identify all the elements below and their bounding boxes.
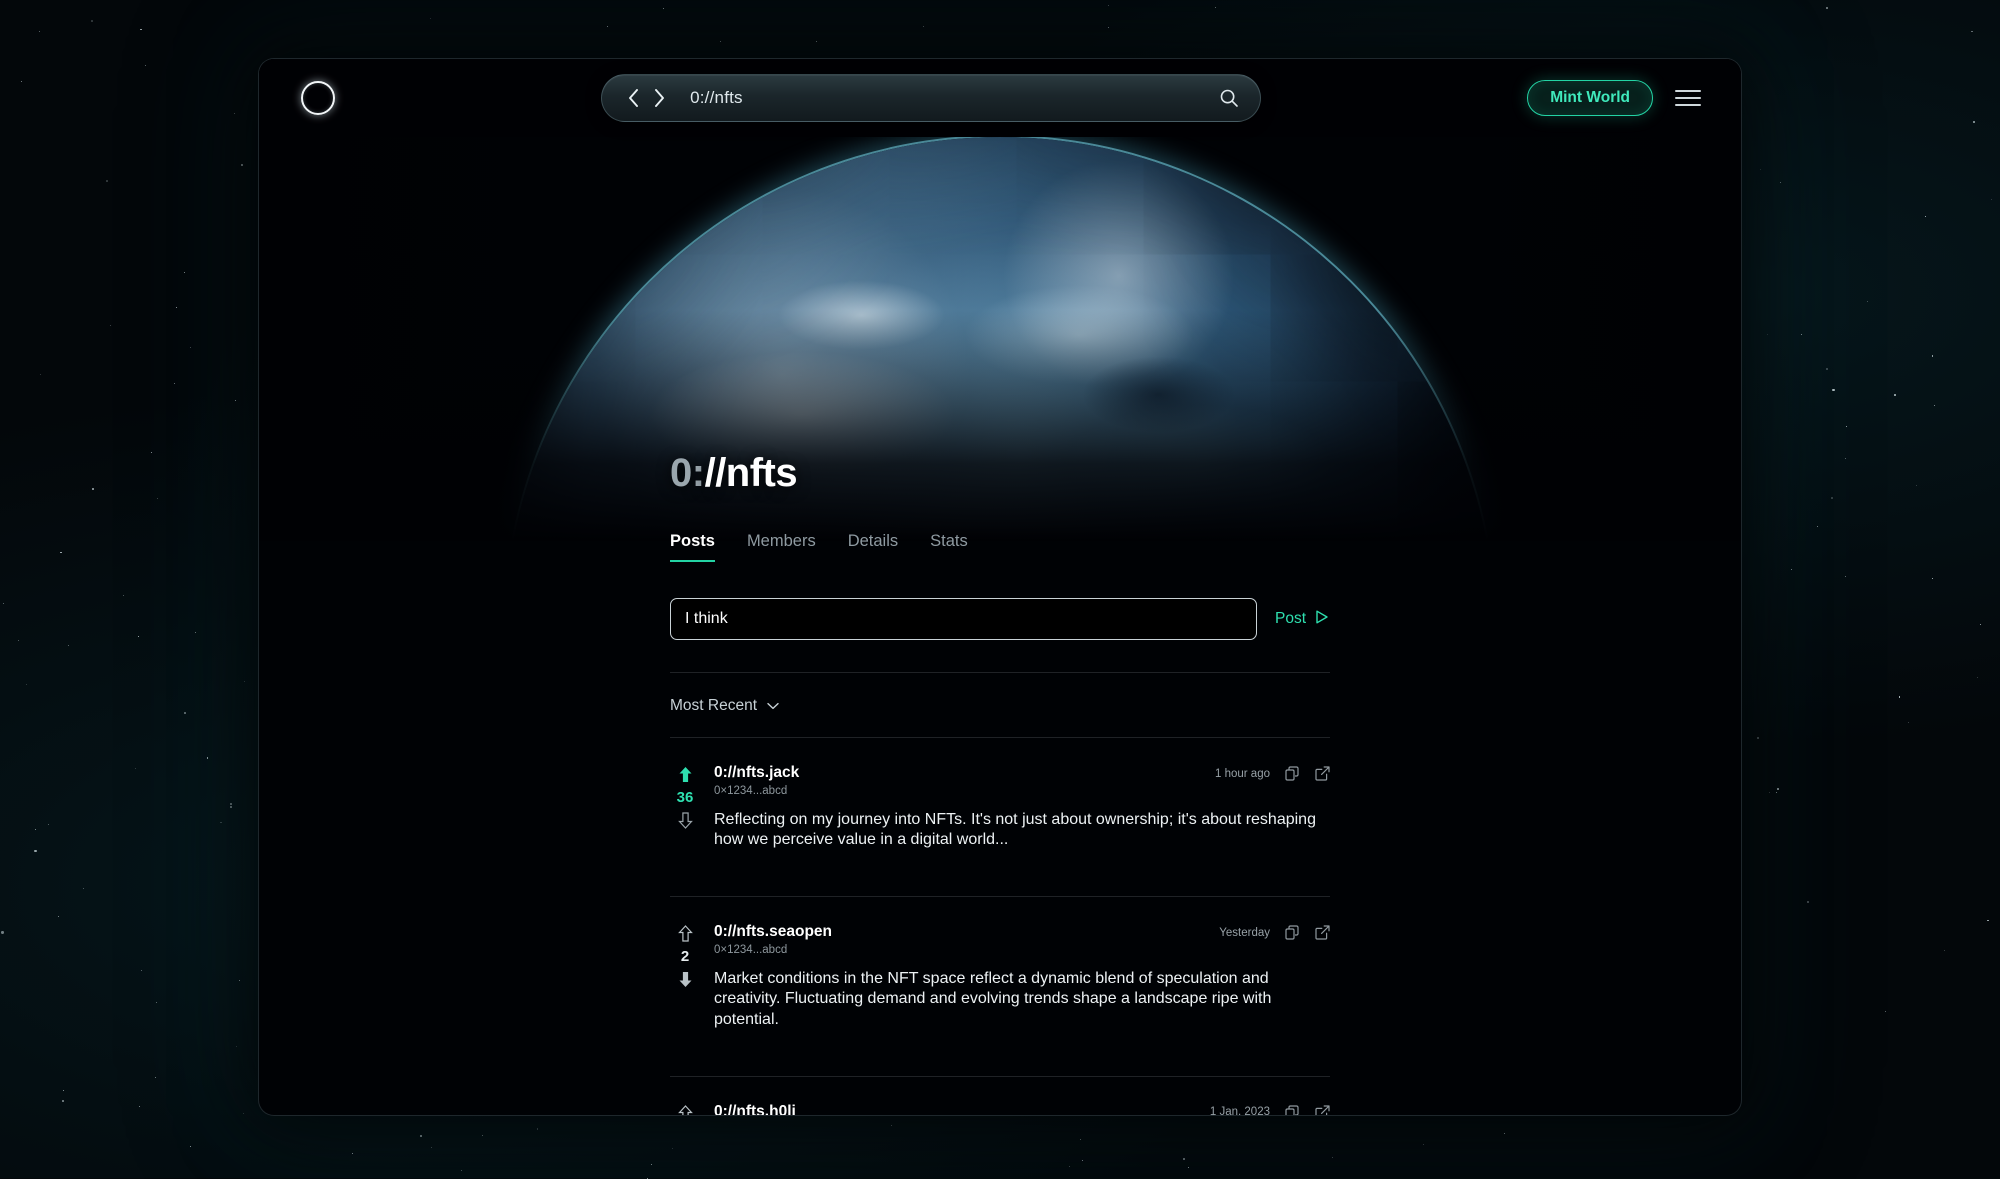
post-item: 2 0://nfts.seaopen 0×1234...abcd Yesterd… xyxy=(670,896,1330,1053)
upvote-button[interactable] xyxy=(678,1105,693,1116)
copy-icon[interactable] xyxy=(1285,925,1300,940)
address-bar-url[interactable]: 0://nfts xyxy=(690,88,743,108)
send-icon xyxy=(1314,609,1330,630)
sort-dropdown-label: Most Recent xyxy=(670,697,757,715)
post-address: 0×1234...abcd xyxy=(714,944,832,956)
vote-control: 2 xyxy=(670,923,700,1029)
vote-control: 36 xyxy=(670,764,700,850)
post-timestamp: 1 Jan, 2023 xyxy=(1210,1106,1270,1116)
post-header: 0://nfts.seaopen 0×1234...abcd Yesterday xyxy=(714,923,1330,956)
toolbar-actions: Mint World xyxy=(1527,80,1701,116)
address-bar[interactable]: 0://nfts xyxy=(601,74,1261,122)
downvote-button[interactable] xyxy=(678,812,693,829)
chevron-left-icon[interactable] xyxy=(620,83,646,113)
post-author[interactable]: 0://nfts.seaopen xyxy=(714,923,832,941)
post-author-block: 0://nfts.jack 0×1234...abcd xyxy=(714,764,799,797)
external-link-icon[interactable] xyxy=(1315,766,1330,781)
upvote-button[interactable] xyxy=(678,925,693,942)
tab-posts[interactable]: Posts xyxy=(670,532,715,562)
post-body: 0://nfts.h0li 0×1234...abcd 1 Jan, 2023 xyxy=(714,1103,1330,1116)
post-header: 0://nfts.h0li 0×1234...abcd 1 Jan, 2023 xyxy=(714,1103,1330,1116)
post-author-block: 0://nfts.h0li 0×1234...abcd xyxy=(714,1103,796,1116)
omnibox-container: 0://nfts xyxy=(335,74,1527,122)
post-meta: 1 hour ago xyxy=(1215,764,1330,781)
page-title: 0://nfts xyxy=(670,451,1330,496)
ring-logo-icon[interactable] xyxy=(301,81,335,115)
post-text: Market conditions in the NFT space refle… xyxy=(714,969,1330,1029)
post-meta: 1 Jan, 2023 xyxy=(1210,1103,1330,1116)
chevron-right-icon[interactable] xyxy=(646,83,672,113)
external-link-icon[interactable] xyxy=(1315,925,1330,940)
tab-stats[interactable]: Stats xyxy=(930,532,968,562)
post-body: 0://nfts.jack 0×1234...abcd 1 hour ago xyxy=(714,764,1330,850)
external-link-icon[interactable] xyxy=(1315,1105,1330,1116)
post-button[interactable]: Post xyxy=(1275,609,1330,630)
page-title-main: //nfts xyxy=(705,451,798,495)
vote-count: 2 xyxy=(681,948,689,965)
tab-members[interactable]: Members xyxy=(747,532,816,562)
post-input[interactable] xyxy=(670,598,1257,640)
post-address: 0×1234...abcd xyxy=(714,785,799,797)
post-item: 12 0://nfts.h0li 0×1234...abcd 1 Jan, 20… xyxy=(670,1076,1330,1116)
post-body: 0://nfts.seaopen 0×1234...abcd Yesterday xyxy=(714,923,1330,1029)
tab-bar: Posts Members Details Stats xyxy=(670,532,1330,562)
post-timestamp: Yesterday xyxy=(1219,927,1270,939)
post-author[interactable]: 0://nfts.h0li xyxy=(714,1103,796,1116)
downvote-button[interactable] xyxy=(678,971,693,988)
browser-toolbar: 0://nfts Mint World xyxy=(259,59,1741,137)
hamburger-menu-icon[interactable] xyxy=(1675,90,1701,107)
post-author[interactable]: 0://nfts.jack xyxy=(714,764,799,782)
search-icon[interactable] xyxy=(1216,85,1242,111)
app-window: 0://nfts Mint World 0://nfts Posts Membe… xyxy=(258,58,1742,1116)
upvote-button[interactable] xyxy=(678,766,693,783)
copy-icon[interactable] xyxy=(1285,766,1300,781)
sort-bar: Most Recent xyxy=(670,672,1330,715)
post-composer: Post xyxy=(670,598,1330,640)
mint-world-button[interactable]: Mint World xyxy=(1527,80,1653,116)
post-text: Reflecting on my journey into NFTs. It's… xyxy=(714,810,1330,850)
post-header: 0://nfts.jack 0×1234...abcd 1 hour ago xyxy=(714,764,1330,797)
copy-icon[interactable] xyxy=(1285,1105,1300,1116)
tab-details[interactable]: Details xyxy=(848,532,898,562)
content-inner: 0://nfts Posts Members Details Stats Pos… xyxy=(670,451,1330,1116)
sort-dropdown[interactable]: Most Recent xyxy=(670,697,779,715)
post-meta: Yesterday xyxy=(1219,923,1330,940)
post-item: 36 0://nfts.jack 0×1234...abcd 1 hour ag… xyxy=(670,737,1330,874)
vote-control: 12 xyxy=(670,1103,700,1116)
post-author-block: 0://nfts.seaopen 0×1234...abcd xyxy=(714,923,832,956)
vote-count: 36 xyxy=(677,789,694,806)
post-button-label: Post xyxy=(1275,610,1306,628)
page-title-prefix: 0: xyxy=(670,451,705,495)
post-timestamp: 1 hour ago xyxy=(1215,768,1270,780)
page-content: 0://nfts Posts Members Details Stats Pos… xyxy=(259,137,1741,1116)
chevron-down-icon xyxy=(767,697,779,715)
